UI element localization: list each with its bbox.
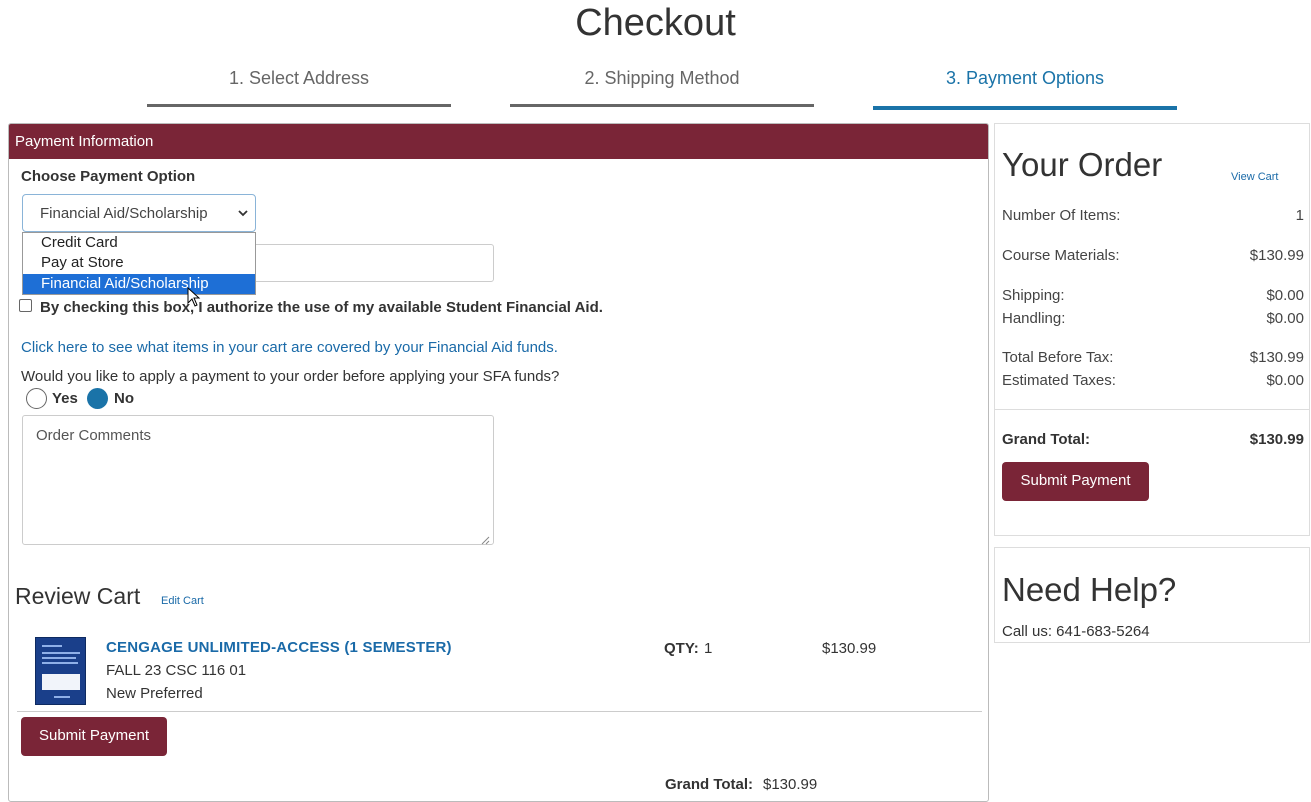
order-summary-title: Your Order [1002,146,1163,183]
product-condition: New Preferred [106,685,203,702]
product-price: $130.99 [822,640,877,657]
radio-no-label: No [114,390,134,407]
submit-payment-button-summary[interactable]: Submit Payment [1002,462,1149,501]
sfa-authorize-label: By checking this box, I authorize the us… [40,299,603,316]
qty-value: 1 [704,640,713,657]
product-course: FALL 23 CSC 116 01 [106,662,247,679]
estimated-taxes-value: $0.00 [1266,372,1304,389]
order-summary-panel: Your Order View Cart Number Of Items: 1 … [994,123,1310,536]
grand-total-label: Grand Total: [1002,431,1091,448]
view-cart-link[interactable]: View Cart [1231,171,1278,183]
handling-value: $0.00 [1266,310,1304,327]
cart-divider [17,711,982,712]
order-comments-placeholder: Order Comments [36,427,152,444]
payment-panel: Payment Information Choose Payment Optio… [8,123,989,802]
product-thumbnail[interactable] [35,637,86,705]
qty-label: QTY: [664,640,699,657]
review-cart-title: Review Cart [15,583,141,609]
step-select-address-bar [147,104,451,107]
course-materials-value: $130.99 [1249,247,1304,264]
help-phone: Call us: 641-683-5264 [1002,623,1150,640]
handling-label: Handling: [1002,310,1066,327]
submit-payment-button[interactable]: Submit Payment [21,717,167,756]
step-shipping-method-bar [510,104,814,107]
estimated-taxes-label: Estimated Taxes: [1002,372,1116,389]
payment-header: Payment Information [9,124,988,159]
shipping-label: Shipping: [1002,287,1065,304]
step-payment-options-bar [873,106,1177,110]
edit-cart-link[interactable]: Edit Cart [161,595,204,607]
sfa-question: Would you like to apply a payment to you… [21,368,560,385]
cart-grand-total-value: $130.99 [763,776,818,793]
option-credit-card[interactable]: Credit Card [23,233,255,253]
total-before-tax-value: $130.99 [1249,349,1304,366]
payment-option-dropdown[interactable]: Credit Card Pay at Store Financial Aid/S… [22,232,256,295]
total-before-tax-label: Total Before Tax: [1002,349,1114,366]
sfa-authorize-checkbox[interactable] [19,299,32,312]
chevron-down-icon [238,206,248,220]
resize-handle-icon[interactable] [481,532,490,545]
order-comments-textarea[interactable]: Order Comments [22,415,494,545]
option-financial-aid[interactable]: Financial Aid/Scholarship [23,274,255,294]
course-materials-label: Course Materials: [1002,247,1120,264]
product-name-link[interactable]: CENGAGE UNLIMITED-ACCESS (1 SEMESTER) [106,639,452,656]
step-select-address[interactable]: 1. Select Address [147,68,451,89]
number-of-items-value: 1 [1295,207,1304,224]
mouse-cursor-icon [187,286,201,311]
radio-yes-label: Yes [52,390,78,407]
summary-divider [995,409,1309,410]
step-payment-options[interactable]: 3. Payment Options [873,68,1177,89]
grand-total-value: $130.99 [1249,431,1304,448]
cart-grand-total-label: Grand Total: [665,776,754,793]
choose-payment-label: Choose Payment Option [21,168,196,185]
payment-option-select[interactable]: Financial Aid/Scholarship [22,194,256,232]
financial-aid-coverage-link[interactable]: Click here to see what items in your car… [21,339,558,356]
radio-no[interactable] [87,388,108,409]
help-title: Need Help? [1002,571,1177,608]
radio-yes[interactable] [26,388,47,409]
page-title: Checkout [575,2,736,44]
option-pay-at-store[interactable]: Pay at Store [23,253,255,273]
shipping-value: $0.00 [1266,287,1304,304]
help-panel: Need Help? Call us: 641-683-5264 [994,547,1310,643]
payment-option-selected-value: Financial Aid/Scholarship [40,205,208,222]
step-shipping-method[interactable]: 2. Shipping Method [510,68,814,89]
number-of-items-label: Number Of Items: [1002,207,1121,224]
